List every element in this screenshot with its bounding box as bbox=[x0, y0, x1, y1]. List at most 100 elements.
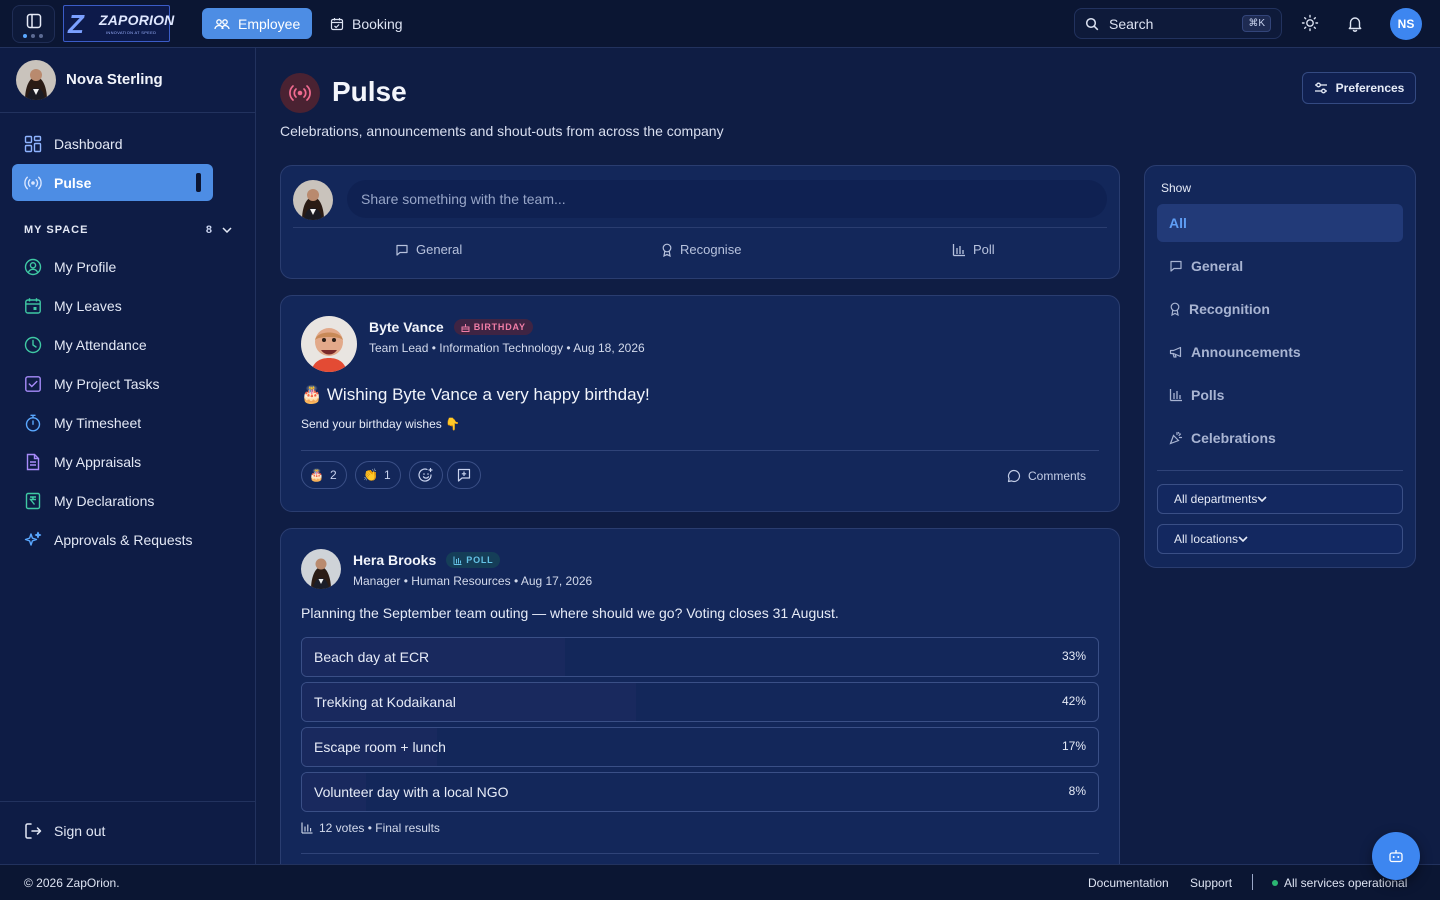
section-my-space[interactable]: MY SPACE 8 bbox=[24, 224, 232, 236]
filter-panel: Show All General Recognition Announcemen… bbox=[1144, 165, 1416, 568]
filter-general[interactable]: General bbox=[1157, 247, 1403, 285]
post-subline: Send your birthday wishes 👇 bbox=[301, 417, 461, 431]
sidebar-item-my-project-tasks[interactable]: My Project Tasks bbox=[12, 365, 213, 402]
comments-button[interactable]: Comments bbox=[1007, 469, 1086, 483]
sidebar-item-label: Approvals & Requests bbox=[54, 531, 193, 548]
reaction-count: 2 bbox=[329, 468, 337, 482]
bar-chart-icon bbox=[952, 243, 966, 257]
award-icon bbox=[1169, 302, 1181, 316]
sidebar-item-my-profile[interactable]: My Profile bbox=[12, 248, 213, 285]
location-select[interactable]: All locations bbox=[1157, 524, 1403, 554]
filter-all[interactable]: All bbox=[1157, 204, 1403, 242]
post-card: Byte Vance BIRTHDAY Team Lead • Informat… bbox=[280, 295, 1120, 512]
sidebar-item-my-appraisals[interactable]: My Appraisals bbox=[12, 443, 213, 480]
sidebar-item-my-attendance[interactable]: My Attendance bbox=[12, 326, 213, 363]
reaction-cake[interactable]: 🎂 2 bbox=[301, 461, 347, 489]
sidebar-item-my-declarations[interactable]: My Declarations bbox=[12, 482, 213, 519]
poll-option-label: Escape room + lunch bbox=[314, 739, 446, 755]
sidebar-item-label: My Project Tasks bbox=[54, 375, 160, 392]
nav-employee[interactable]: Employee bbox=[202, 8, 312, 39]
filter-polls[interactable]: Polls bbox=[1157, 376, 1403, 414]
preferences-button[interactable]: Preferences bbox=[1302, 72, 1416, 104]
sidebar-item-pulse[interactable]: Pulse bbox=[12, 164, 213, 201]
workspace-dots bbox=[23, 34, 43, 38]
message-plus-icon bbox=[457, 468, 471, 482]
top-bar: Z ZAPORION INNOVATION AT SPEED Employee … bbox=[0, 0, 1440, 48]
sun-icon bbox=[1301, 14, 1319, 32]
reaction-count: 1 bbox=[383, 468, 391, 482]
sidebar-item-label: My Timesheet bbox=[54, 414, 142, 431]
sidebar-toggle-button[interactable] bbox=[12, 5, 55, 43]
reaction-clap[interactable]: 👏 1 bbox=[355, 461, 401, 489]
sidebar-item-approvals-requests[interactable]: Approvals & Requests bbox=[12, 521, 213, 558]
nav-employee-label: Employee bbox=[238, 15, 301, 32]
preferences-label: Preferences bbox=[1335, 81, 1405, 95]
author-name: Hera Brooks bbox=[353, 552, 437, 568]
sidebar-item-my-leaves[interactable]: My Leaves bbox=[12, 287, 213, 324]
document-icon bbox=[24, 453, 42, 471]
sidebar-user[interactable]: Nova Sterling bbox=[0, 48, 255, 113]
chevron-down-icon bbox=[1257, 496, 1267, 502]
user-avatar-button[interactable]: NS bbox=[1390, 8, 1422, 40]
filter-announcements[interactable]: Announcements bbox=[1157, 333, 1403, 371]
nav-booking-label: Booking bbox=[352, 15, 403, 32]
filter-recognition[interactable]: Recognition bbox=[1157, 290, 1403, 328]
poll-option-label: Trekking at Kodaikanal bbox=[314, 694, 456, 710]
sidebar-item-dashboard[interactable]: Dashboard bbox=[12, 125, 213, 162]
filter-label: All bbox=[1169, 215, 1187, 231]
search-box[interactable]: Search ⌘K bbox=[1074, 8, 1282, 39]
composer-general-button[interactable]: General bbox=[395, 242, 462, 257]
composer-recognise-button[interactable]: Recognise bbox=[661, 242, 741, 257]
add-reaction-button[interactable] bbox=[409, 461, 443, 489]
share-input[interactable]: Share something with the team... bbox=[347, 180, 1107, 218]
bar-chart-icon bbox=[301, 822, 313, 834]
comments-label: Comments bbox=[1028, 469, 1087, 483]
sidebar-panel-icon bbox=[26, 13, 42, 29]
logo-wordmark: ZAPORION bbox=[99, 12, 175, 28]
filter-celebrations[interactable]: Celebrations bbox=[1157, 419, 1403, 457]
composer-poll-button[interactable]: Poll bbox=[952, 242, 995, 257]
badge-label: BIRTHDAY bbox=[473, 322, 526, 332]
filter-label: Polls bbox=[1191, 387, 1225, 403]
department-select-value: All departments bbox=[1174, 492, 1258, 506]
logout-icon bbox=[24, 822, 42, 840]
composer-action-label: Recognise bbox=[680, 242, 742, 257]
poll-question: Planning the September team outing — whe… bbox=[301, 605, 839, 621]
cake-icon bbox=[461, 323, 470, 332]
author-avatar[interactable] bbox=[301, 316, 357, 372]
post-author[interactable]: Hera Brooks POLL bbox=[353, 552, 501, 568]
documentation-link[interactable]: Documentation bbox=[1088, 876, 1169, 890]
poll-option[interactable]: Beach day at ECR 33% bbox=[301, 637, 1099, 677]
author-avatar[interactable] bbox=[301, 549, 341, 589]
bar-chart-icon bbox=[453, 556, 462, 565]
department-select[interactable]: All departments bbox=[1157, 484, 1403, 514]
post-author[interactable]: Byte Vance BIRTHDAY bbox=[369, 319, 533, 335]
notifications-button[interactable] bbox=[1344, 12, 1366, 34]
sidebar-item-label: Dashboard bbox=[54, 135, 123, 152]
poll-option[interactable]: Trekking at Kodaikanal 42% bbox=[301, 682, 1099, 722]
composer-action-label: General bbox=[416, 242, 463, 257]
users-icon bbox=[214, 17, 230, 31]
robot-icon bbox=[1388, 849, 1404, 863]
bell-icon bbox=[1347, 15, 1363, 32]
company-logo[interactable]: Z ZAPORION INNOVATION AT SPEED bbox=[63, 5, 174, 42]
support-link[interactable]: Support bbox=[1190, 876, 1232, 890]
sidebar-divider bbox=[0, 801, 255, 802]
nav-booking[interactable]: Booking bbox=[318, 8, 414, 39]
section-title: MY SPACE bbox=[24, 224, 89, 236]
poll-option[interactable]: Volunteer day with a local NGO 8% bbox=[301, 772, 1099, 812]
reply-button[interactable] bbox=[447, 461, 481, 489]
poll-option[interactable]: Escape room + lunch 17% bbox=[301, 727, 1099, 767]
page-title: Pulse bbox=[332, 76, 407, 107]
party-icon bbox=[1169, 431, 1183, 445]
sidebar-item-my-timesheet[interactable]: My Timesheet bbox=[12, 404, 213, 441]
sparkle-icon bbox=[24, 531, 42, 549]
sign-out-button[interactable]: Sign out bbox=[24, 822, 105, 840]
assistant-bot-button[interactable] bbox=[1372, 832, 1420, 880]
sidebar-item-label: My Appraisals bbox=[54, 453, 142, 470]
rupee-document-icon bbox=[24, 492, 42, 510]
theme-toggle-button[interactable] bbox=[1299, 12, 1321, 34]
poll-summary: 12 votes • Final results bbox=[301, 821, 440, 835]
poll-option-percent: 8% bbox=[1068, 784, 1086, 798]
filter-title: Show bbox=[1161, 181, 1192, 195]
